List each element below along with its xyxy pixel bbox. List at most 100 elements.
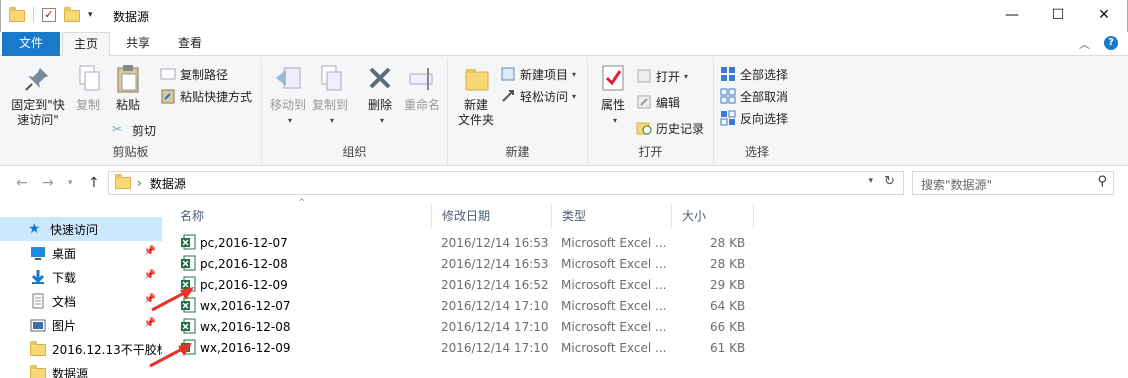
paste-shortcut-button[interactable]: 粘贴快捷方式: [160, 86, 252, 106]
new-item-button[interactable]: 新建项目 ▾: [500, 64, 576, 84]
new-folder-label-line1: 新建: [463, 98, 488, 112]
folder-icon: [9, 7, 25, 22]
file-row[interactable]: wx,2016-12-07 2016/12/14 17:10 Microsoft…: [170, 296, 770, 317]
copy-button[interactable]: 复制: [70, 62, 106, 113]
search-placeholder: 搜索"数据源": [921, 178, 993, 192]
open-group-label: 打开: [638, 145, 663, 159]
delete-button[interactable]: 删除 ▾: [364, 62, 396, 128]
tab-file[interactable]: 文件: [2, 32, 60, 56]
nav-item-downloads[interactable]: 下载 📌: [0, 265, 162, 289]
pin-to-quick-access-button[interactable]: 固定到"快 速访问": [8, 62, 68, 128]
history-label: 历史记录: [656, 121, 705, 136]
new-group-label: 新建: [505, 145, 530, 159]
breadcrumb-chevron-icon[interactable]: ›: [137, 176, 142, 190]
open-button[interactable]: 打开 ▾: [636, 66, 688, 86]
column-header-modified[interactable]: 修改日期: [432, 204, 552, 228]
file-size: 66 KB: [710, 320, 746, 334]
copy-path-button[interactable]: 复制路径: [160, 64, 228, 84]
edit-button[interactable]: 编辑: [636, 92, 680, 112]
refresh-icon[interactable]: ↻: [884, 174, 895, 189]
up-arrow-icon[interactable]: ↑: [88, 175, 100, 191]
select-none-label: 全部取消: [740, 89, 789, 104]
file-modified: 2016/12/14 17:10: [441, 341, 549, 355]
title-bar: ✓ ▾ 数据源 — ☐ ✕: [0, 0, 1128, 32]
file-modified: 2016/12/14 17:10: [441, 320, 549, 334]
nav-item-desktop[interactable]: 桌面 📌: [0, 241, 162, 265]
copy-to-button[interactable]: 复制到 ▾: [310, 62, 350, 128]
folder-icon: [30, 365, 46, 378]
address-row: ← → ▾ ↑ › 数据源 ▾ ↻ 搜索"数据源" ⚲: [0, 166, 1128, 200]
tab-home[interactable]: 主页: [62, 32, 110, 57]
select-group: 全部选择 全部取消 反向选择 选择: [714, 58, 800, 164]
customize-toolbar-dropdown-icon[interactable]: ▾: [88, 10, 93, 20]
pin-icon[interactable]: 📌: [144, 318, 156, 329]
new-folder-button[interactable]: 新建 文件夹: [454, 62, 498, 128]
paste-button[interactable]: 粘贴: [110, 62, 146, 113]
pin-icon[interactable]: 📌: [144, 246, 156, 257]
address-bar[interactable]: › 数据源 ▾ ↻: [108, 171, 904, 195]
cut-button[interactable]: ✂ 剪切: [112, 120, 156, 140]
pin-label-line2: 速访问": [17, 113, 59, 127]
collapse-ribbon-icon[interactable]: ︿: [1079, 36, 1090, 52]
easy-access-dropdown-icon: ▾: [572, 91, 577, 101]
select-none-button[interactable]: 全部取消: [720, 86, 788, 106]
clipboard-group: 固定到"快 速访问" 复制 粘贴 复制路径 粘贴快捷方式 ✂ 剪切 剪贴板: [0, 58, 262, 164]
pin-icon[interactable]: 📌: [144, 270, 156, 281]
column-header-type[interactable]: 类型: [552, 204, 672, 228]
file-size: 28 KB: [710, 257, 746, 271]
file-type: Microsoft Excel ...: [561, 320, 667, 334]
move-to-button[interactable]: 移动到 ▾: [268, 62, 308, 128]
nav-item-folder-labels[interactable]: 2016.12.13不干胶标: [0, 337, 162, 361]
file-list: ^ 名称 修改日期 类型 大小 pc,2016-12-07 2016/12/14…: [170, 198, 1128, 378]
paste-shortcut-label: 粘贴快捷方式: [180, 89, 253, 104]
close-button[interactable]: ✕: [1081, 0, 1127, 30]
tab-view[interactable]: 查看: [165, 32, 215, 56]
column-header-size[interactable]: 大小: [672, 204, 754, 228]
rename-icon: [406, 62, 438, 94]
invert-selection-button[interactable]: 反向选择: [720, 108, 788, 128]
back-arrow-icon[interactable]: ←: [16, 175, 28, 191]
properties-dropdown-icon: ▾: [612, 116, 617, 125]
history-button[interactable]: 历史记录: [636, 118, 704, 138]
properties-button[interactable]: 属性 ▾: [596, 62, 630, 128]
file-type: Microsoft Excel ...: [561, 299, 667, 313]
copy-to-label: 复制到: [311, 98, 348, 112]
move-to-label: 移动到: [269, 98, 306, 112]
new-folder-icon: [460, 62, 492, 94]
nav-item-pictures[interactable]: 图片 📌: [0, 313, 162, 337]
download-icon: [30, 269, 46, 285]
new-folder-icon[interactable]: [64, 7, 80, 22]
file-row[interactable]: wx,2016-12-08 2016/12/14 17:10 Microsoft…: [170, 317, 770, 338]
search-input[interactable]: 搜索"数据源" ⚲: [912, 171, 1114, 195]
select-all-button[interactable]: 全部选择: [720, 64, 788, 84]
navigation-pane: ★ 快速访问 桌面 📌 下载 📌 文档 📌 图片 📌 2016.12.13不干胶…: [0, 200, 162, 378]
forward-arrow-icon[interactable]: →: [42, 175, 54, 191]
help-icon[interactable]: ?: [1104, 36, 1118, 50]
easy-access-button[interactable]: 轻松访问 ▾: [500, 86, 576, 106]
file-name: pc,2016-12-09: [200, 278, 288, 292]
column-header-name[interactable]: 名称: [170, 204, 432, 228]
star-icon: ★: [28, 221, 41, 237]
nav-item-data-source[interactable]: 数据源: [0, 361, 162, 378]
nav-item-quick-access[interactable]: ★ 快速访问: [0, 217, 162, 241]
pin-icon: [22, 62, 54, 94]
address-dropdown-icon[interactable]: ▾: [868, 176, 873, 186]
recent-locations-dropdown-icon[interactable]: ▾: [68, 178, 73, 188]
file-row[interactable]: pc,2016-12-09 2016/12/14 16:52 Microsoft…: [170, 275, 770, 296]
tab-share[interactable]: 共享: [115, 32, 161, 56]
file-row[interactable]: pc,2016-12-08 2016/12/14 16:53 Microsoft…: [170, 254, 770, 275]
window-title: 数据源: [113, 10, 150, 24]
file-row[interactable]: pc,2016-12-07 2016/12/14 16:53 Microsoft…: [170, 233, 770, 254]
minimize-button[interactable]: —: [989, 0, 1035, 30]
nav-item-documents[interactable]: 文档 📌: [0, 289, 162, 313]
breadcrumb[interactable]: 数据源: [150, 175, 186, 192]
search-icon[interactable]: ⚲: [1097, 174, 1107, 189]
properties-checkmark-icon[interactable]: ✓: [42, 8, 56, 22]
file-row[interactable]: wx,2016-12-09 2016/12/14 17:10 Microsoft…: [170, 338, 770, 359]
maximize-button[interactable]: ☐: [1035, 0, 1081, 30]
invert-selection-icon: [720, 110, 736, 126]
rename-button[interactable]: 重命名: [400, 62, 444, 113]
file-size: 64 KB: [710, 299, 746, 313]
select-group-label: 选择: [744, 145, 769, 159]
nav-item-label: 下载: [52, 270, 77, 285]
